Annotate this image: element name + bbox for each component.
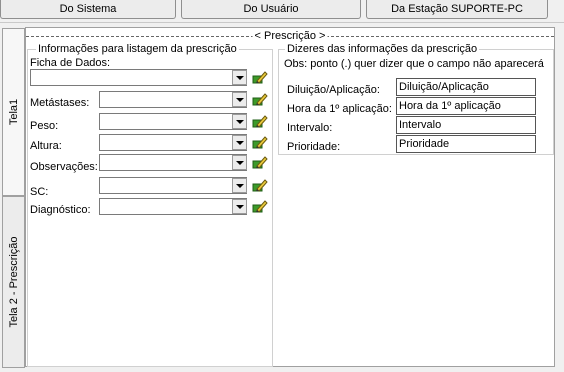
edit-pencil-icon[interactable] xyxy=(252,91,268,107)
edit-pencil-icon[interactable] xyxy=(252,177,268,193)
listagem-group: Informações para listagem da prescrição … xyxy=(27,43,273,367)
chevron-down-icon[interactable] xyxy=(232,135,247,150)
intervalo-field[interactable]: Intervalo xyxy=(396,116,536,134)
chevron-down-icon[interactable] xyxy=(232,70,247,85)
chevron-down-icon[interactable] xyxy=(232,155,247,170)
diluicao-field[interactable]: Diluição/Aplicação xyxy=(396,78,536,96)
prescricao-title: < Prescrição > xyxy=(252,30,328,42)
tab-do-sistema[interactable]: Do Sistema xyxy=(0,0,176,19)
observacoes-combo[interactable] xyxy=(99,154,247,171)
dizeres-note: Obs: ponto (.) quer dizer que o campo nã… xyxy=(284,58,544,70)
edit-pencil-icon[interactable] xyxy=(252,69,268,85)
side-tab-tela1-label: Tela1 xyxy=(7,98,20,126)
altura-label: Altura: xyxy=(30,140,62,152)
chevron-down-icon[interactable] xyxy=(232,178,247,193)
peso-combo[interactable] xyxy=(99,113,247,130)
tab-do-usuario[interactable]: Do Usuário xyxy=(181,0,361,19)
top-separator xyxy=(0,22,564,23)
top-tab-bar: Do Sistema Do Usuário Da Estação SUPORTE… xyxy=(0,0,564,22)
diagnostico-combo[interactable] xyxy=(99,198,247,215)
hora-aplicacao-label: Hora da 1º aplicação: xyxy=(287,103,392,115)
hora-aplicacao-field[interactable]: Hora da 1º aplicação xyxy=(396,97,536,115)
prioridade-field[interactable]: Prioridade xyxy=(396,135,536,153)
sc-combo[interactable] xyxy=(99,177,247,194)
chevron-down-icon[interactable] xyxy=(232,114,247,129)
dizeres-group-title: Dizeres das informações da prescrição xyxy=(285,43,480,55)
chevron-down-icon[interactable] xyxy=(232,92,247,107)
peso-label: Peso: xyxy=(30,120,59,132)
edit-pencil-icon[interactable] xyxy=(252,198,268,214)
tab-da-estacao[interactable]: Da Estação SUPORTE-PC xyxy=(366,0,548,19)
edit-pencil-icon[interactable] xyxy=(252,134,268,150)
edit-pencil-icon[interactable] xyxy=(252,154,268,170)
prioridade-label: Prioridade: xyxy=(287,141,341,153)
intervalo-label: Intervalo: xyxy=(287,122,333,134)
edit-pencil-icon[interactable] xyxy=(252,113,268,129)
ficha-combo[interactable] xyxy=(30,69,247,86)
dizeres-group: Dizeres das informações da prescrição Ob… xyxy=(278,43,554,155)
side-tab-tela2-prescricao[interactable]: Tela 2 - Prescrição xyxy=(2,196,25,368)
observacoes-label: Observações: xyxy=(30,161,98,173)
metastases-label: Metástases: xyxy=(30,97,90,109)
diluicao-label: Diluição/Aplicação: xyxy=(287,84,380,96)
diagnostico-label: Diagnóstico: xyxy=(30,204,91,216)
sc-label: SC: xyxy=(30,186,49,198)
chevron-down-icon[interactable] xyxy=(232,199,247,214)
side-tab-tela2-label: Tela 2 - Prescrição xyxy=(7,236,20,328)
ficha-label: Ficha de Dados: xyxy=(30,57,111,69)
altura-combo[interactable] xyxy=(99,134,247,151)
metastases-combo[interactable] xyxy=(99,91,247,108)
side-tab-tela1[interactable]: Tela1 xyxy=(2,28,25,196)
prescricao-panel: < Prescrição > Informações para listagem… xyxy=(25,27,555,367)
listagem-group-title: Informações para listagem da prescrição xyxy=(36,43,239,55)
